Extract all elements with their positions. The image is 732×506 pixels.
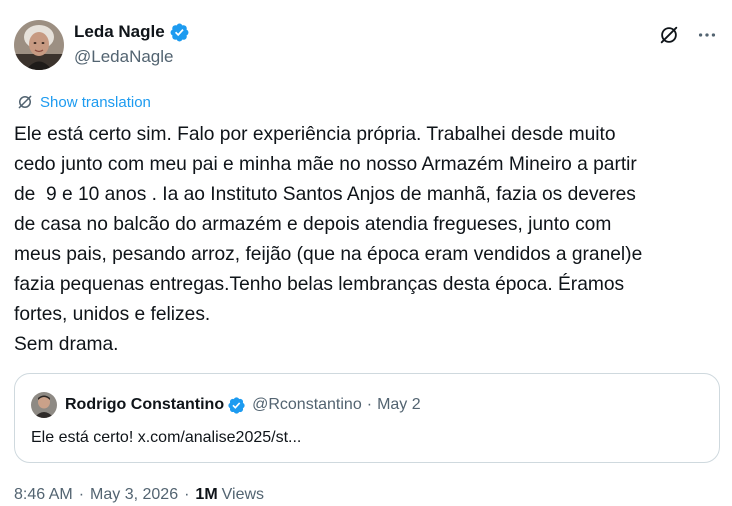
author-avatar[interactable] bbox=[14, 20, 64, 70]
quoted-date: May 2 bbox=[377, 396, 421, 413]
author-handle[interactable]: @LedaNagle bbox=[74, 47, 190, 67]
meta-separator: · bbox=[184, 486, 190, 503]
more-icon[interactable] bbox=[696, 24, 718, 46]
author-display-name[interactable]: Leda Nagle bbox=[74, 22, 165, 42]
header-actions bbox=[658, 24, 718, 46]
tweet-meta: 8:46 AM · May 3, 2026 · 1M Views bbox=[14, 486, 264, 504]
quoted-separator: · bbox=[366, 396, 373, 413]
translate-icon bbox=[16, 93, 34, 111]
grok-icon[interactable] bbox=[658, 24, 680, 46]
views-count: 1M bbox=[195, 486, 218, 503]
quoted-author-display-name: Rodrigo Constantino bbox=[65, 396, 225, 413]
tweet-header: Leda Nagle @LedaNagle bbox=[14, 18, 718, 74]
quoted-tweet[interactable]: Rodrigo Constantino @Rconstantino · May … bbox=[14, 373, 720, 463]
show-translation-label: Show translation bbox=[40, 93, 151, 111]
quoted-author-handle: @Rconstantino bbox=[252, 396, 362, 413]
meta-separator: · bbox=[78, 486, 85, 503]
verified-badge-icon bbox=[227, 396, 246, 415]
tweet-time[interactable]: 8:46 AM bbox=[14, 486, 73, 504]
quoted-tweet-header: Rodrigo Constantino @Rconstantino · May … bbox=[31, 392, 421, 418]
tweet-text: Ele está certo sim. Falo por experiência… bbox=[14, 124, 643, 355]
tweet-date[interactable]: May 3, 2026 bbox=[90, 486, 178, 504]
verified-badge-icon[interactable] bbox=[169, 22, 190, 43]
show-translation-button[interactable]: Show translation bbox=[16, 93, 151, 111]
author-name-block: Leda Nagle @LedaNagle bbox=[74, 20, 190, 67]
quoted-tweet-text: Ele está certo! x.com/analise2025/st... bbox=[31, 429, 302, 446]
quoted-author-avatar bbox=[31, 392, 57, 418]
views-label: Views bbox=[221, 486, 265, 503]
